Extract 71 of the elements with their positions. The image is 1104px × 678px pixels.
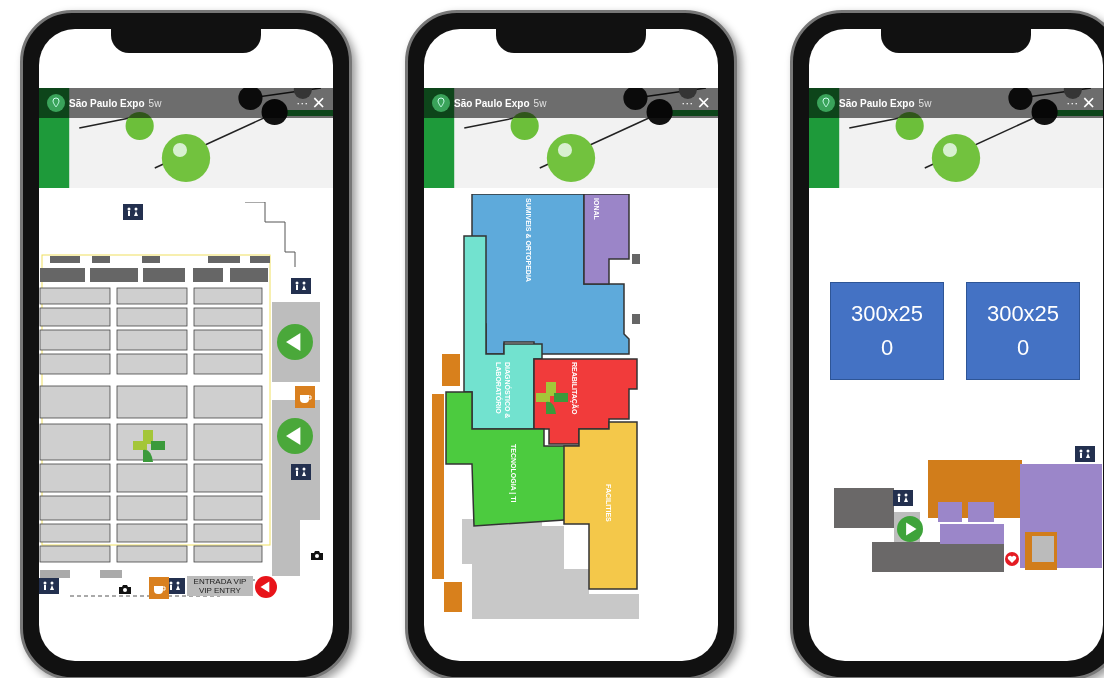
booth	[116, 287, 188, 305]
account-name: São Paulo Expo	[839, 96, 915, 111]
location-pin-icon	[47, 94, 65, 112]
post-age: 5w	[918, 96, 932, 111]
restroom-sign-icon	[123, 204, 143, 220]
counter	[92, 256, 110, 263]
booth	[193, 329, 263, 351]
post-age: 5w	[533, 96, 547, 111]
ad-placeholder[interactable]: 300x250	[966, 282, 1080, 380]
booth	[116, 353, 188, 375]
heart-icon	[1005, 552, 1019, 566]
post-age: 5w	[148, 96, 162, 111]
ad-placeholder[interactable]: 300x250	[830, 282, 944, 380]
location-pin-icon	[432, 94, 450, 112]
account-name: São Paulo Expo	[69, 96, 145, 111]
booth	[193, 463, 263, 493]
booth	[193, 423, 263, 461]
counter	[143, 268, 185, 282]
counter	[230, 268, 268, 282]
booth	[39, 385, 111, 419]
cross-logo-icon	[536, 382, 568, 414]
counter	[90, 268, 138, 282]
booth	[39, 423, 111, 461]
coffee-cup-icon	[149, 577, 169, 599]
booth	[116, 329, 188, 351]
booth	[100, 570, 122, 578]
booth	[116, 545, 188, 563]
counter	[208, 256, 240, 263]
location-pin-icon	[817, 94, 835, 112]
cross-logo-icon	[133, 430, 165, 462]
close-button[interactable]: ×	[1082, 92, 1095, 114]
coffee-cup-icon	[295, 386, 315, 408]
booth	[116, 463, 188, 493]
more-options[interactable]: ···	[1066, 94, 1079, 112]
restroom-sign-icon	[893, 490, 913, 506]
booth	[193, 353, 263, 375]
restroom-sign-icon	[1075, 446, 1095, 462]
booth	[193, 287, 263, 305]
booth	[39, 545, 111, 563]
camera-icon	[311, 550, 323, 560]
counter	[40, 268, 85, 282]
counter	[193, 268, 223, 282]
account-name: São Paulo Expo	[454, 96, 530, 111]
booth	[193, 495, 263, 521]
booth	[39, 495, 111, 521]
entrance-label: ENTRADA VIP VIP ENTRY	[187, 576, 253, 596]
restroom-sign-icon	[291, 464, 311, 480]
booth	[116, 307, 188, 327]
booth	[116, 523, 188, 543]
counter	[250, 256, 270, 263]
close-button[interactable]: ×	[312, 92, 325, 114]
booth	[39, 307, 111, 327]
booth	[39, 353, 111, 375]
booth	[39, 287, 111, 305]
close-button[interactable]: ×	[697, 92, 710, 114]
booth	[193, 523, 263, 543]
booth	[116, 385, 188, 419]
more-options[interactable]: ···	[681, 94, 694, 112]
booth	[40, 570, 70, 578]
booth	[193, 385, 263, 419]
booth	[193, 545, 263, 563]
counter	[142, 256, 160, 263]
counter	[50, 256, 80, 263]
booth	[116, 495, 188, 521]
booth	[39, 463, 111, 493]
camera-icon	[119, 584, 131, 594]
more-options[interactable]: ···	[296, 94, 309, 112]
booth	[39, 523, 111, 543]
restroom-sign-icon	[291, 278, 311, 294]
booth	[39, 329, 111, 351]
booth	[193, 307, 263, 327]
